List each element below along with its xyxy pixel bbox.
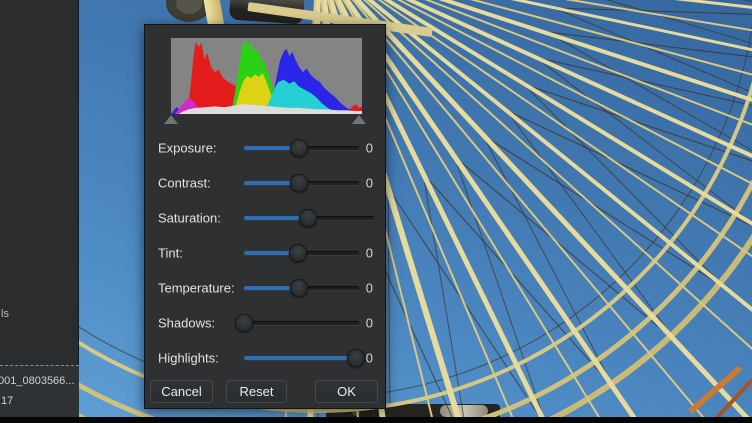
- exposure-slider-label: Exposure:: [158, 141, 217, 156]
- sidebar-panel: ls 001_0803566... 17: [0, 0, 79, 417]
- black-point-handle[interactable]: [164, 115, 178, 124]
- slider-row-temperature: Temperature: 0: [145, 278, 387, 298]
- exposure-slider-value: 0: [355, 141, 373, 156]
- contrast-slider[interactable]: [244, 181, 359, 185]
- slider-row-shadows: Shadows: 0: [145, 313, 387, 333]
- white-point-handle[interactable]: [352, 115, 366, 124]
- contrast-slider-label: Contrast:: [158, 176, 211, 191]
- saturation-slider[interactable]: [244, 216, 374, 220]
- slider-row-highlights: Highlights: 0: [145, 348, 387, 368]
- shadows-slider[interactable]: [244, 321, 359, 325]
- highlights-slider[interactable]: [244, 356, 359, 360]
- reset-button[interactable]: Reset: [226, 380, 287, 403]
- saturation-slider-label: Saturation:: [158, 211, 221, 226]
- window-bottom-edge: [0, 417, 752, 423]
- tint-slider-label: Tint:: [158, 246, 183, 261]
- exposure-slider-knob[interactable]: [290, 139, 308, 157]
- temperature-slider-knob[interactable]: [290, 279, 308, 297]
- tint-slider-value: 0: [355, 246, 373, 261]
- app-window: ls 001_0803566... 17 Exposure:0Contrast:…: [0, 0, 752, 423]
- sidebar-file-entry[interactable]: 001_0803566... 17: [0, 365, 79, 417]
- tint-slider[interactable]: [244, 251, 359, 255]
- histogram: [171, 38, 362, 114]
- shadows-slider-value: 0: [355, 316, 373, 331]
- highlights-slider-label: Highlights:: [158, 351, 219, 366]
- ok-button[interactable]: OK: [315, 380, 378, 403]
- contrast-slider-value: 0: [355, 176, 373, 191]
- sidebar-partial-label: ls: [1, 308, 9, 320]
- temperature-slider-value: 0: [355, 281, 373, 296]
- tint-slider-knob[interactable]: [289, 244, 307, 262]
- highlights-slider-fill: [244, 356, 356, 360]
- shadows-slider-knob[interactable]: [235, 314, 253, 332]
- slider-row-saturation: Saturation:: [145, 208, 387, 228]
- slider-row-exposure: Exposure: 0: [145, 138, 387, 158]
- exposure-slider[interactable]: [244, 146, 359, 150]
- highlights-slider-value: 0: [355, 351, 373, 366]
- contrast-slider-knob[interactable]: [290, 174, 308, 192]
- shadows-slider-label: Shadows:: [158, 316, 215, 331]
- cancel-button[interactable]: Cancel: [150, 380, 213, 403]
- slider-row-tint: Tint: 0: [145, 243, 387, 263]
- temperature-slider-label: Temperature:: [158, 281, 235, 296]
- slider-row-contrast: Contrast: 0: [145, 173, 387, 193]
- temperature-slider[interactable]: [244, 286, 359, 290]
- file-name: 001_0803566...: [0, 375, 74, 387]
- saturation-slider-knob[interactable]: [299, 209, 317, 227]
- file-meta: 17: [1, 395, 13, 407]
- adjust-colors-dialog: Exposure:0Contrast:0Saturation:Tint:0Tem…: [144, 24, 386, 409]
